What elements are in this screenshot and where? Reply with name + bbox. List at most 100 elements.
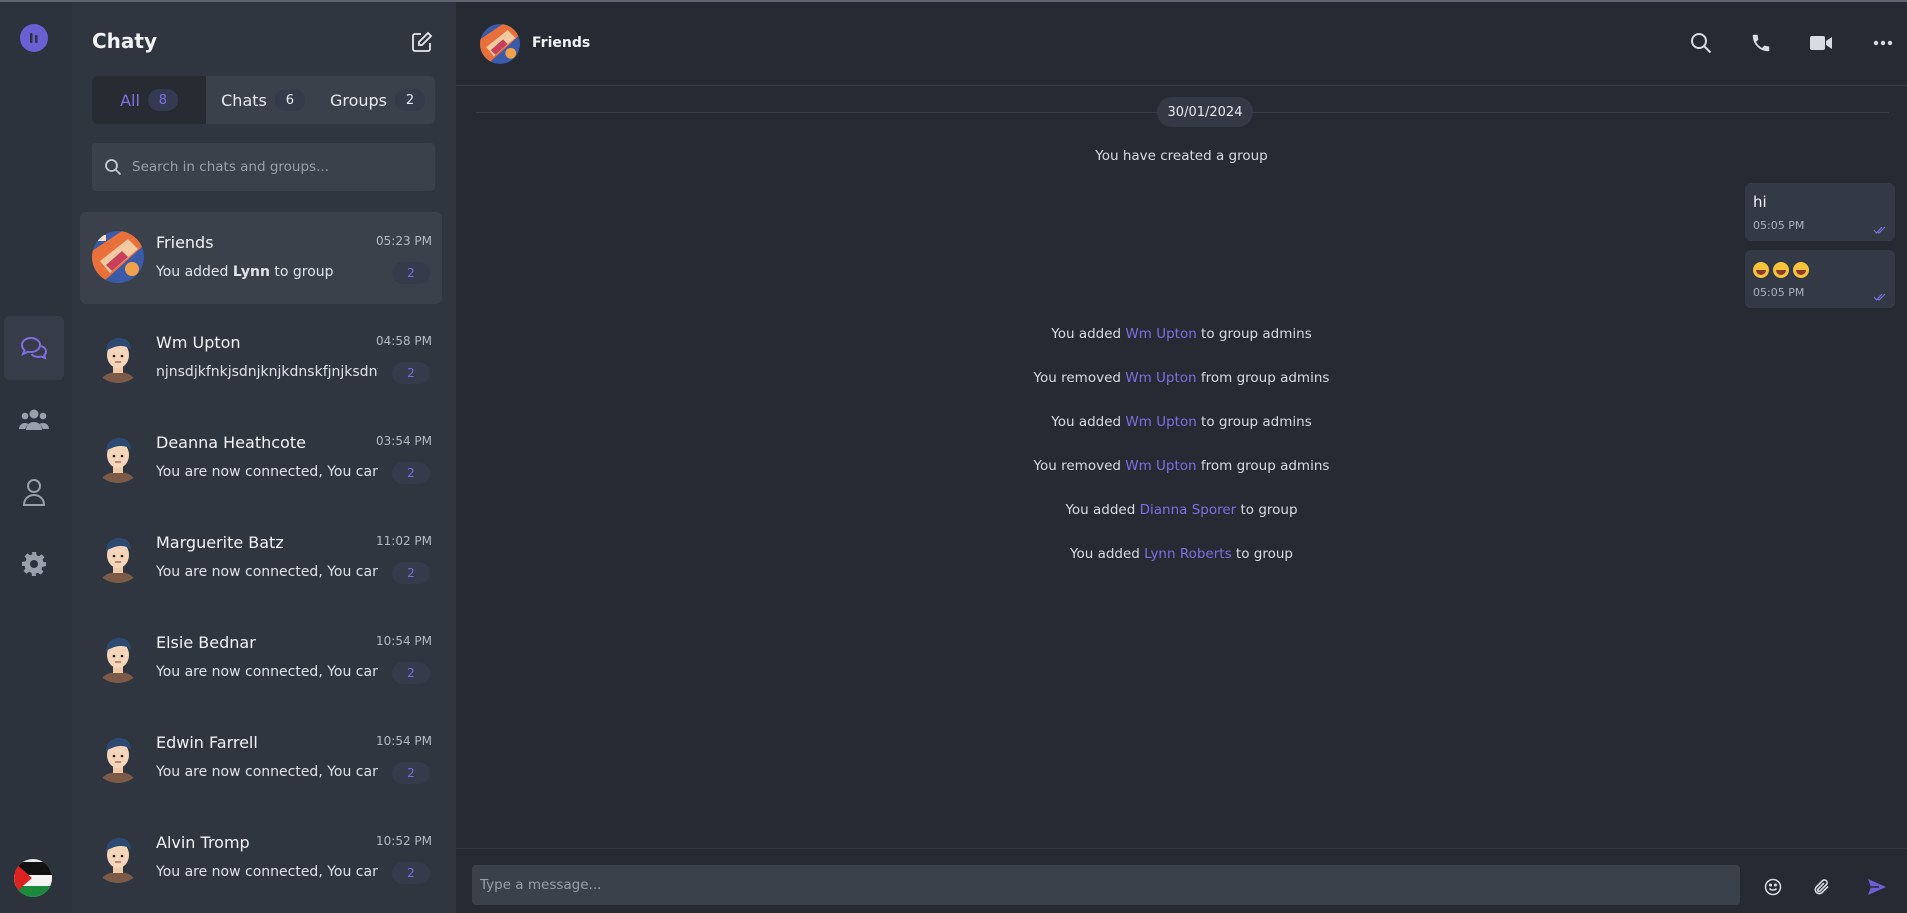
unread-badge: 2 <box>392 462 430 484</box>
attach-button[interactable] <box>1811 876 1833 898</box>
grin-emoji-icon <box>1793 261 1809 278</box>
member-link[interactable]: Lynn Roberts <box>1144 546 1231 562</box>
chat-name: Marguerite Batz <box>156 533 284 552</box>
system-message: You added Dianna Sporer to group <box>1065 502 1298 518</box>
conversation-title[interactable]: Friends <box>532 35 590 51</box>
read-receipt-icon <box>1873 286 1887 305</box>
message-emojis <box>1753 260 1813 278</box>
chat-name: Deanna Heathcote <box>156 433 306 452</box>
chat-item-friends[interactable]: Friends 05:23 PM You added Lynn to group… <box>80 212 442 304</box>
chat-time: 10:52 PM <box>376 834 432 848</box>
voice-call-button[interactable] <box>1748 30 1774 56</box>
tab-count: 6 <box>274 89 305 111</box>
chat-name: Alvin Tromp <box>156 833 250 852</box>
group-avatar <box>92 231 144 283</box>
outgoing-message[interactable]: hi 05:05 PM <box>1745 183 1895 241</box>
chat-last-message: You are now connected, You can chat now <box>156 564 378 580</box>
unread-badge: 2 <box>392 562 430 584</box>
chat-time: 10:54 PM <box>376 634 432 648</box>
tab-label: Groups <box>329 90 388 110</box>
message-input[interactable] <box>480 877 1680 893</box>
member-link[interactable]: Dianna Sporer <box>1140 502 1237 518</box>
my-avatar[interactable] <box>14 859 52 897</box>
message-time: 05:05 PM <box>1753 219 1805 232</box>
chat-item-alvin-tromp[interactable]: Alvin Tromp 10:52 PM You are now connect… <box>80 812 442 904</box>
video-icon <box>1810 36 1832 50</box>
message-text: hi <box>1753 193 1767 211</box>
grin-emoji-icon <box>1773 261 1789 278</box>
search-icon <box>1691 33 1712 54</box>
settings-nav-button[interactable] <box>4 532 64 596</box>
chat-item-wm-upton[interactable]: Wm Upton 04:58 PM njnsdjkfnkjsdnjknjkdns… <box>80 312 442 404</box>
member-link[interactable]: Wm Upton <box>1125 370 1196 386</box>
chat-list: Friends 05:23 PM You added Lynn to group… <box>80 212 450 912</box>
chat-item-deanna-heathcote[interactable]: Deanna Heathcote 03:54 PM You are now co… <box>80 412 442 504</box>
unread-badge: 2 <box>392 362 430 384</box>
profile-icon <box>22 479 46 506</box>
member-link[interactable]: Wm Upton <box>1125 414 1196 430</box>
system-message: You added Wm Upton to group admins <box>1051 326 1312 342</box>
chat-name: Friends <box>156 233 214 252</box>
search-input[interactable] <box>132 159 412 175</box>
chat-last-message: You are now connected, You can chat now <box>156 664 378 680</box>
chat-item-marguerite-batz[interactable]: Marguerite Batz 11:02 PM You are now con… <box>80 512 442 604</box>
tab-label: Chats <box>221 90 267 110</box>
chat-last-message: You are now connected, You can chat now <box>156 864 378 880</box>
grin-emoji-icon <box>1753 261 1769 278</box>
profile-nav-button[interactable] <box>4 460 64 524</box>
search-icon <box>104 158 122 176</box>
chats-nav-button[interactable] <box>4 316 64 380</box>
user-avatar <box>92 431 144 483</box>
read-receipt-icon <box>1873 219 1887 238</box>
tab-chats[interactable]: Chats 6 <box>206 76 320 124</box>
date-pill: 30/01/2024 <box>1157 97 1253 127</box>
tab-count: 8 <box>147 89 178 111</box>
send-button[interactable] <box>1866 876 1888 898</box>
nav-rail <box>0 0 72 913</box>
tab-groups[interactable]: Groups 2 <box>320 76 435 124</box>
emoji-button[interactable] <box>1762 876 1784 898</box>
group-avatar[interactable] <box>480 24 520 64</box>
outgoing-message[interactable]: 05:05 PM <box>1745 250 1895 308</box>
new-chat-button[interactable] <box>410 30 434 54</box>
user-avatar <box>92 831 144 883</box>
member-link[interactable]: Wm Upton <box>1125 458 1196 474</box>
chat-name: Elsie Bednar <box>156 633 256 652</box>
video-call-button[interactable] <box>1808 30 1834 56</box>
more-options-button[interactable] <box>1870 30 1896 56</box>
search-button[interactable] <box>1688 30 1714 56</box>
more-icon <box>1873 40 1893 46</box>
filter-tabs: All 8 Chats 6 Groups 2 <box>92 76 435 124</box>
edit-icon <box>412 31 433 52</box>
app-title: Chaty <box>92 29 158 53</box>
user-avatar <box>92 531 144 583</box>
tab-label: All <box>120 90 140 110</box>
system-message: You added Wm Upton to group admins <box>1051 414 1312 430</box>
system-message: You removed Wm Upton from group admins <box>1033 370 1330 386</box>
message-time: 05:05 PM <box>1753 286 1805 299</box>
chat-item-elsie-bednar[interactable]: Elsie Bednar 10:54 PM You are now connec… <box>80 612 442 704</box>
chat-sidebar: Chaty All 8 Chats 6 Groups 2 Friends 05:… <box>72 0 456 913</box>
chat-item-edwin-farrell[interactable]: Edwin Farrell 10:54 PM You are now conne… <box>80 712 442 804</box>
chat-name: Edwin Farrell <box>156 733 258 752</box>
app-logo[interactable] <box>20 24 48 52</box>
tab-count: 2 <box>395 89 426 111</box>
settings-icon <box>22 552 46 576</box>
message-composer <box>456 848 1907 913</box>
chat-time: 03:54 PM <box>376 434 432 448</box>
chat-name: Wm Upton <box>156 333 241 352</box>
system-message: You have created a group <box>1095 148 1268 164</box>
chat-last-message: You are now connected, You can chat now <box>156 464 378 480</box>
chat-time: 11:02 PM <box>376 534 432 548</box>
user-avatar <box>92 331 144 383</box>
message-field <box>472 865 1740 905</box>
system-message: You removed Wm Upton from group admins <box>1033 458 1330 474</box>
tab-all[interactable]: All 8 <box>92 76 206 124</box>
unread-badge: 2 <box>392 262 430 284</box>
chat-last-message: You added Lynn to group <box>156 264 334 280</box>
chat-time: 04:58 PM <box>376 334 432 348</box>
contacts-nav-button[interactable] <box>4 388 64 452</box>
member-link[interactable]: Wm Upton <box>1125 326 1196 342</box>
system-message: You added Lynn Roberts to group <box>1070 546 1293 562</box>
chat-last-message: njnsdjkfnkjsdnjknjkdnskfjnjksdnfjkjkdfnj… <box>156 364 378 380</box>
